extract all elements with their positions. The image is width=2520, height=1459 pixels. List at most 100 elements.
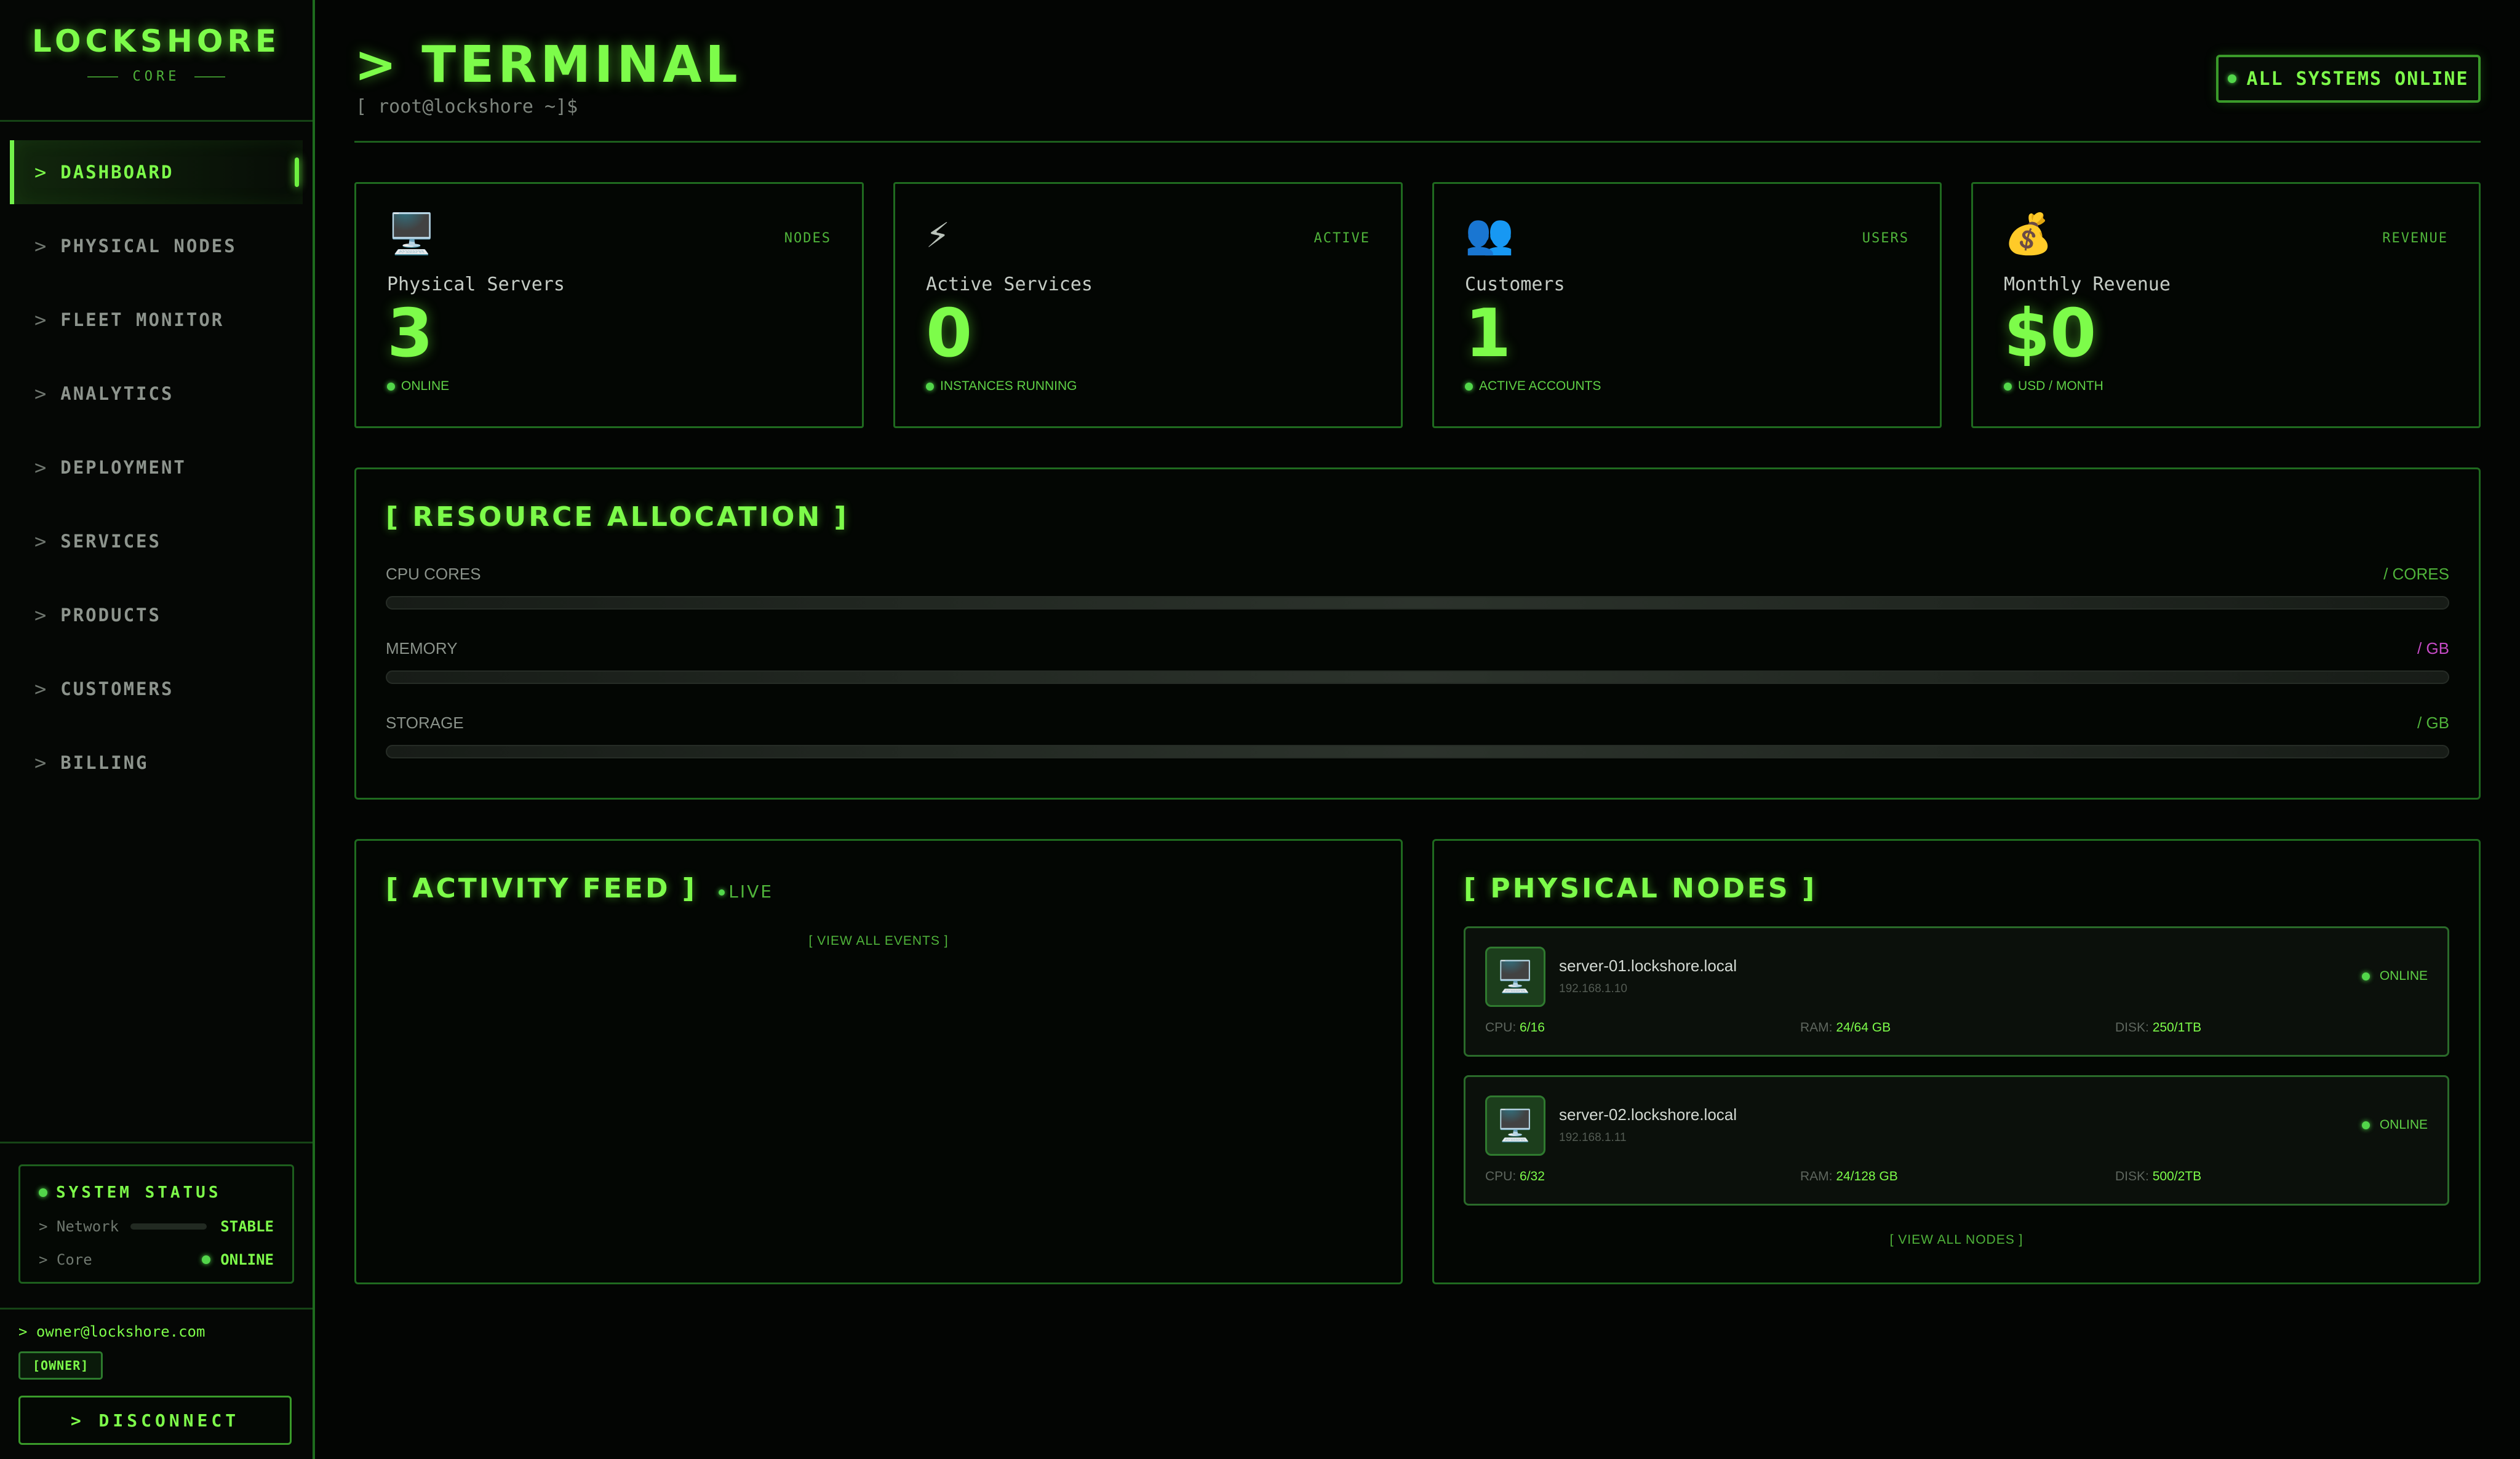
chevron-right-icon: > bbox=[34, 456, 49, 479]
page-header: > TERMINAL [ root@lockshore ~]$ ALL SYST… bbox=[354, 0, 2481, 143]
stat-value: 3 bbox=[387, 295, 434, 372]
activity-feed-panel: [ ACTIVITY FEED ] LIVE [ VIEW ALL EVENTS… bbox=[354, 839, 1403, 1284]
user-section: > owner@lockshore.com [OWNER] > DISCONNE… bbox=[0, 1308, 313, 1445]
chevron-right-icon: > bbox=[34, 677, 49, 701]
sidebar: LOCKSHORE CORE > DASHBOARD > PHYSICAL NO… bbox=[0, 0, 315, 1459]
sidebar-item-label: SERVICES bbox=[60, 531, 161, 552]
sidebar-item-dashboard[interactable]: > DASHBOARD bbox=[10, 140, 303, 204]
sidebar-item-label: CUSTOMERS bbox=[60, 678, 174, 699]
sidebar-item-customers[interactable]: > CUSTOMERS bbox=[10, 657, 303, 721]
money-bag-icon: 💰 bbox=[2004, 212, 2053, 257]
resource-unit: / GB bbox=[2417, 714, 2449, 732]
sidebar-item-label: PRODUCTS bbox=[60, 605, 161, 626]
sidebar-item-label: PHYSICAL NODES bbox=[60, 236, 237, 256]
node-disk: 250/1TB bbox=[2152, 1020, 2202, 1035]
resource-bar bbox=[386, 745, 2449, 758]
system-status-section: SYSTEM STATUS > Network STABLE > Core ON… bbox=[0, 1142, 313, 1284]
brand-subtitle: CORE bbox=[132, 69, 180, 84]
sidebar-item-fleet-monitor[interactable]: > FLEET MONITOR bbox=[10, 288, 303, 352]
sidebar-item-label: FLEET MONITOR bbox=[60, 309, 225, 330]
stat-label: Physical Servers bbox=[387, 274, 565, 295]
brand-logo[interactable]: LOCKSHORE bbox=[0, 23, 313, 59]
main-content: > TERMINAL [ root@lockshore ~]$ ALL SYST… bbox=[354, 0, 2481, 1284]
status-dot-icon bbox=[39, 1188, 47, 1197]
node-name: server-01.lockshore.local bbox=[1559, 956, 1737, 975]
stat-sublabel: USD / MONTH bbox=[2018, 379, 2103, 393]
core-status-row: > Core ONLINE bbox=[39, 1251, 274, 1268]
stat-tag: REVENUE bbox=[2382, 231, 2448, 246]
resource-bar bbox=[386, 596, 2449, 610]
sidebar-nav: > DASHBOARD > PHYSICAL NODES > FLEET MON… bbox=[0, 122, 313, 795]
stat-card-physical-servers[interactable]: 🖥️ NODES Physical Servers 3 ONLINE bbox=[354, 182, 864, 428]
chevron-right-icon: > bbox=[34, 234, 49, 258]
user-email: > owner@lockshore.com bbox=[18, 1323, 205, 1340]
stat-value: 0 bbox=[926, 295, 973, 372]
stat-card-customers[interactable]: 👥 USERS Customers 1 ACTIVE ACCOUNTS bbox=[1432, 182, 1942, 428]
stat-card-active-services[interactable]: ⚡ ACTIVE Active Services 0 INSTANCES RUN… bbox=[893, 182, 1403, 428]
stat-value: $0 bbox=[2004, 295, 2097, 372]
users-icon: 👥 bbox=[1465, 212, 1514, 257]
resource-unit: / CORES bbox=[2383, 565, 2449, 583]
node-ram: 24/64 GB bbox=[1836, 1020, 1891, 1035]
physical-nodes-title: [ PHYSICAL NODES ] bbox=[1464, 873, 1817, 904]
status-dot-icon bbox=[2228, 74, 2237, 83]
node-metrics: CPU: 6/32 RAM: 24/128 GB DISK: 500/2TB bbox=[1485, 1169, 2202, 1183]
stat-label: Customers bbox=[1465, 274, 1565, 295]
network-status-row: > Network STABLE bbox=[39, 1218, 274, 1235]
stats-row: 🖥️ NODES Physical Servers 3 ONLINE ⚡ ACT… bbox=[354, 182, 2481, 428]
lightning-icon: ⚡ bbox=[926, 212, 950, 257]
status-dot-icon bbox=[2361, 972, 2370, 980]
sidebar-item-physical-nodes[interactable]: > PHYSICAL NODES bbox=[10, 214, 303, 278]
view-all-events-link[interactable]: [ VIEW ALL EVENTS ] bbox=[386, 934, 1371, 948]
node-ip: 192.168.1.11 bbox=[1559, 1131, 1627, 1144]
role-badge: [OWNER] bbox=[18, 1351, 103, 1380]
stat-tag: NODES bbox=[784, 231, 831, 246]
status-dot-icon bbox=[926, 382, 934, 391]
system-status-title: SYSTEM STATUS bbox=[56, 1183, 221, 1202]
brand: LOCKSHORE CORE bbox=[0, 0, 313, 122]
network-value: STABLE bbox=[220, 1218, 274, 1235]
systems-status-badge[interactable]: ALL SYSTEMS ONLINE bbox=[2216, 55, 2481, 103]
physical-nodes-panel: [ PHYSICAL NODES ] 🖥️ server-01.lockshor… bbox=[1432, 839, 2481, 1284]
node-status: ONLINE bbox=[2361, 969, 2428, 984]
stat-sublabel: ACTIVE ACCOUNTS bbox=[1479, 379, 1601, 393]
node-disk: 500/2TB bbox=[2152, 1169, 2202, 1183]
network-bar bbox=[130, 1223, 207, 1230]
resource-label: CPU CORES bbox=[386, 565, 481, 583]
chevron-right-icon: > bbox=[34, 530, 49, 553]
node-card[interactable]: 🖥️ server-01.lockshore.local 192.168.1.1… bbox=[1464, 926, 2449, 1057]
resource-allocation-panel: [ RESOURCE ALLOCATION ] CPU CORES / CORES… bbox=[354, 467, 2481, 800]
terminal-prompt: [ root@lockshore ~]$ bbox=[356, 96, 578, 117]
stat-label: Monthly Revenue bbox=[2004, 274, 2171, 295]
activity-feed-title: [ ACTIVITY FEED ] bbox=[386, 873, 697, 904]
sidebar-item-label: BILLING bbox=[60, 752, 149, 773]
stat-sublabel: ONLINE bbox=[401, 379, 450, 393]
resource-row-storage: STORAGE / GB bbox=[386, 714, 2449, 758]
status-dot-icon bbox=[2004, 382, 2012, 391]
monitor-icon: 🖥️ bbox=[387, 212, 436, 257]
resource-unit: / GB bbox=[2417, 639, 2449, 658]
server-icon: 🖥️ bbox=[1485, 1095, 1545, 1156]
stat-card-monthly-revenue[interactable]: 💰 REVENUE Monthly Revenue $0 USD / MONTH bbox=[1971, 182, 2481, 428]
chevron-right-icon: > bbox=[34, 751, 49, 774]
node-card[interactable]: 🖥️ server-02.lockshore.local 192.168.1.1… bbox=[1464, 1075, 2449, 1206]
chevron-right-icon: > bbox=[34, 161, 49, 184]
node-ip: 192.168.1.10 bbox=[1559, 982, 1627, 995]
stat-tag: ACTIVE bbox=[1314, 231, 1370, 246]
sidebar-item-deployment[interactable]: > DEPLOYMENT bbox=[10, 435, 303, 499]
sidebar-item-billing[interactable]: > BILLING bbox=[10, 731, 303, 795]
network-label: > Network bbox=[39, 1218, 119, 1235]
sidebar-item-services[interactable]: > SERVICES bbox=[10, 509, 303, 573]
sidebar-item-products[interactable]: > PRODUCTS bbox=[10, 583, 303, 647]
node-cpu: 6/32 bbox=[1520, 1169, 1545, 1183]
status-dot-icon bbox=[202, 1255, 211, 1264]
node-metrics: CPU: 6/16 RAM: 24/64 GB DISK: 250/1TB bbox=[1485, 1020, 2202, 1035]
stat-tag: USERS bbox=[1862, 231, 1909, 246]
core-value: ONLINE bbox=[220, 1251, 274, 1268]
node-status: ONLINE bbox=[2361, 1118, 2428, 1132]
disconnect-button[interactable]: > DISCONNECT bbox=[18, 1396, 292, 1445]
view-all-nodes-link[interactable]: [ VIEW ALL NODES ] bbox=[1464, 1233, 2449, 1247]
chevron-right-icon: > bbox=[34, 308, 49, 332]
resource-label: MEMORY bbox=[386, 639, 458, 658]
sidebar-item-analytics[interactable]: > ANALYTICS bbox=[10, 362, 303, 426]
